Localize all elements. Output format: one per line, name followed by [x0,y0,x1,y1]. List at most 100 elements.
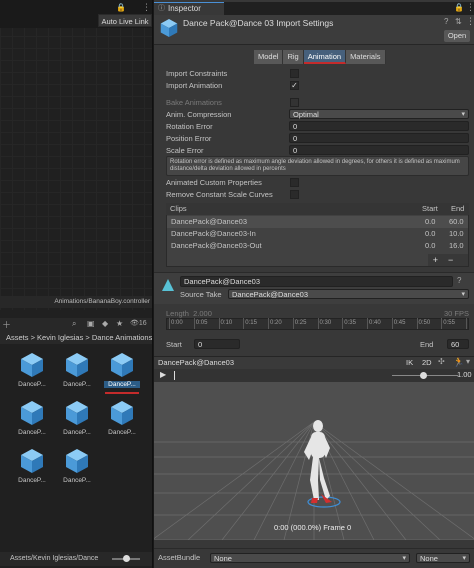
help-icon[interactable]: ? [444,17,448,26]
timeline-tick-mark [342,318,344,329]
timeline-tick-label: 0:00 [171,320,183,326]
asset-item[interactable]: DanceP... [14,352,50,398]
preview-grid [154,382,474,540]
ik-toggle[interactable]: IK [406,358,413,367]
anim-compression-dropdown[interactable]: Optimal ▾ [289,109,469,119]
asset-bundle-dropdown[interactable]: None ▾ [210,553,410,563]
animated-custom-properties-checkbox[interactable] [290,178,299,187]
clip-end: 16.0 [449,241,464,250]
avatar-icon[interactable]: 🏃 [453,357,464,368]
timeline-tick-label: 0:25 [294,320,307,326]
left-panel: 🔒 ⋮ Auto Live Link Animations/BananaBoy.… [0,0,153,568]
import-animation-label: Import Animation [166,81,223,90]
2d-toggle[interactable]: 2D [422,358,432,367]
timeline-tick-label: 0:15 [245,320,257,326]
info-icon: ⓘ [158,5,165,12]
auto-live-link-button[interactable]: Auto Live Link [98,14,152,27]
speed-value: 1.00 [457,370,472,379]
rotation-error-field[interactable]: 0 [289,121,469,131]
clip-row[interactable]: DancePack@Dance03-Out 0.0 16.0 [167,240,468,252]
asset-item[interactable]: DanceP... [59,448,95,494]
tab-model[interactable]: Model [254,50,284,64]
clips-header-label: Clips [170,204,187,213]
asset-bundle-bar: AssetBundle None ▾ None ▾ [154,548,474,568]
clip-row[interactable]: DancePack@Dance03 0.0 60.0 [167,216,468,228]
favorite-icon[interactable]: ★ [116,319,123,328]
remove-constant-scale-curves-checkbox[interactable] [290,190,299,199]
position-error-field[interactable]: 0 [289,133,469,143]
timeline-tick-mark [268,318,269,329]
search-icon[interactable]: ⌕ [72,319,76,329]
tab-inspector-label: Inspector [168,4,201,13]
timeline-tick-mark [218,318,220,329]
end-field[interactable]: 60 [447,339,469,349]
timeline-tick-mark [416,318,418,329]
timeline-tick-label: 0:40 [369,320,381,326]
speed-slider-thumb[interactable] [420,372,427,379]
add-clip-button[interactable]: + [433,255,448,265]
animator-path-label: Animations/BananaBoy.controller [0,296,152,308]
clip-name-field[interactable]: DancePack@Dance03 [180,276,453,287]
prefab-cube-icon [21,449,43,473]
timeline-tick-mark [441,318,443,329]
asset-label: DanceP... [63,477,91,484]
clip-row[interactable]: DancePack@Dance03-In 0.0 10.0 [167,228,468,240]
timeline-tick-label: 0:10 [220,320,233,326]
timeline-tick-mark [317,318,319,329]
timeline-tick-mark [367,318,368,329]
filter-type-icon[interactable]: ▣ [87,319,95,328]
play-icon[interactable]: ▶ [160,370,166,379]
preview-viewport[interactable]: 0:00 (000.0%) Frame 0 [154,382,474,540]
timeline-tick-label: 0:50 [418,320,431,326]
menu-icon[interactable]: ⋮ [466,2,474,13]
anim-compression-value: Optimal [293,110,319,119]
asset-item[interactable]: DanceP... [14,448,50,494]
preset-icon[interactable]: ⇅ [455,17,462,26]
help-icon[interactable]: ? [457,276,461,285]
breadcrumb[interactable]: Assets > Kevin Iglesias > Dance Animatio… [0,332,152,344]
timeline-tick-label: 0:35 [344,320,356,326]
import-constraints-label: Import Constraints [166,69,228,78]
tab-materials[interactable]: Materials [346,50,386,64]
bake-animations-label: Bake Animations [166,98,222,107]
import-animation-checkbox[interactable]: ✓ [290,81,299,90]
source-take-label: Source Take [180,290,222,299]
asset-item[interactable]: DanceP... [104,400,140,446]
context-menu-icon[interactable]: ⋮ [466,16,474,27]
remove-clip-button[interactable]: − [448,255,463,265]
filter-label-icon[interactable]: ◆ [102,319,108,328]
animator-graph[interactable] [0,0,152,310]
anim-compression-label: Anim. Compression [166,110,232,119]
scale-error-field[interactable]: 0 [289,145,469,155]
asset-item[interactable]: DanceP... [14,400,50,446]
start-label: Start [166,340,182,349]
asset-bundle-variant-dropdown[interactable]: None ▾ [416,553,470,563]
timeline-tick-mark [292,318,294,329]
asset-item[interactable]: DanceP... [59,352,95,398]
prefab-cube-icon [21,401,43,425]
bake-animations-checkbox [290,98,299,107]
open-button[interactable]: Open [444,30,470,42]
lock-icon[interactable]: 🔒 [116,3,126,12]
tab-animation[interactable]: Animation [303,50,347,64]
source-take-dropdown[interactable]: DancePack@Dance03 ▾ [228,289,469,299]
playhead[interactable] [174,371,175,380]
start-field[interactable]: 0 [194,339,240,349]
menu-icon[interactable]: ⋮ [142,2,151,13]
pivot-icon[interactable]: ✣ [438,357,445,366]
chevron-down-icon[interactable]: ▾ [466,357,470,366]
clips-header: Clips Start End [166,203,469,215]
tab-inspector[interactable]: ⓘ Inspector [154,2,224,15]
rotation-error-label: Rotation Error [166,122,213,131]
chevron-down-icon: ▾ [461,291,465,298]
clip-name: DancePack@Dance03-Out [171,241,262,250]
icon-size-slider-thumb[interactable] [123,555,130,562]
clip-start: 0.0 [425,229,436,238]
asset-item[interactable]: DanceP... [59,400,95,446]
tab-rig[interactable]: Rig [283,50,304,64]
import-constraints-checkbox[interactable] [290,69,299,78]
lock-icon[interactable]: 🔒 [454,3,464,12]
timeline-tick-label: 0:20 [270,320,282,326]
add-icon[interactable]: ＋ [2,318,11,331]
selection-underline [105,392,139,394]
